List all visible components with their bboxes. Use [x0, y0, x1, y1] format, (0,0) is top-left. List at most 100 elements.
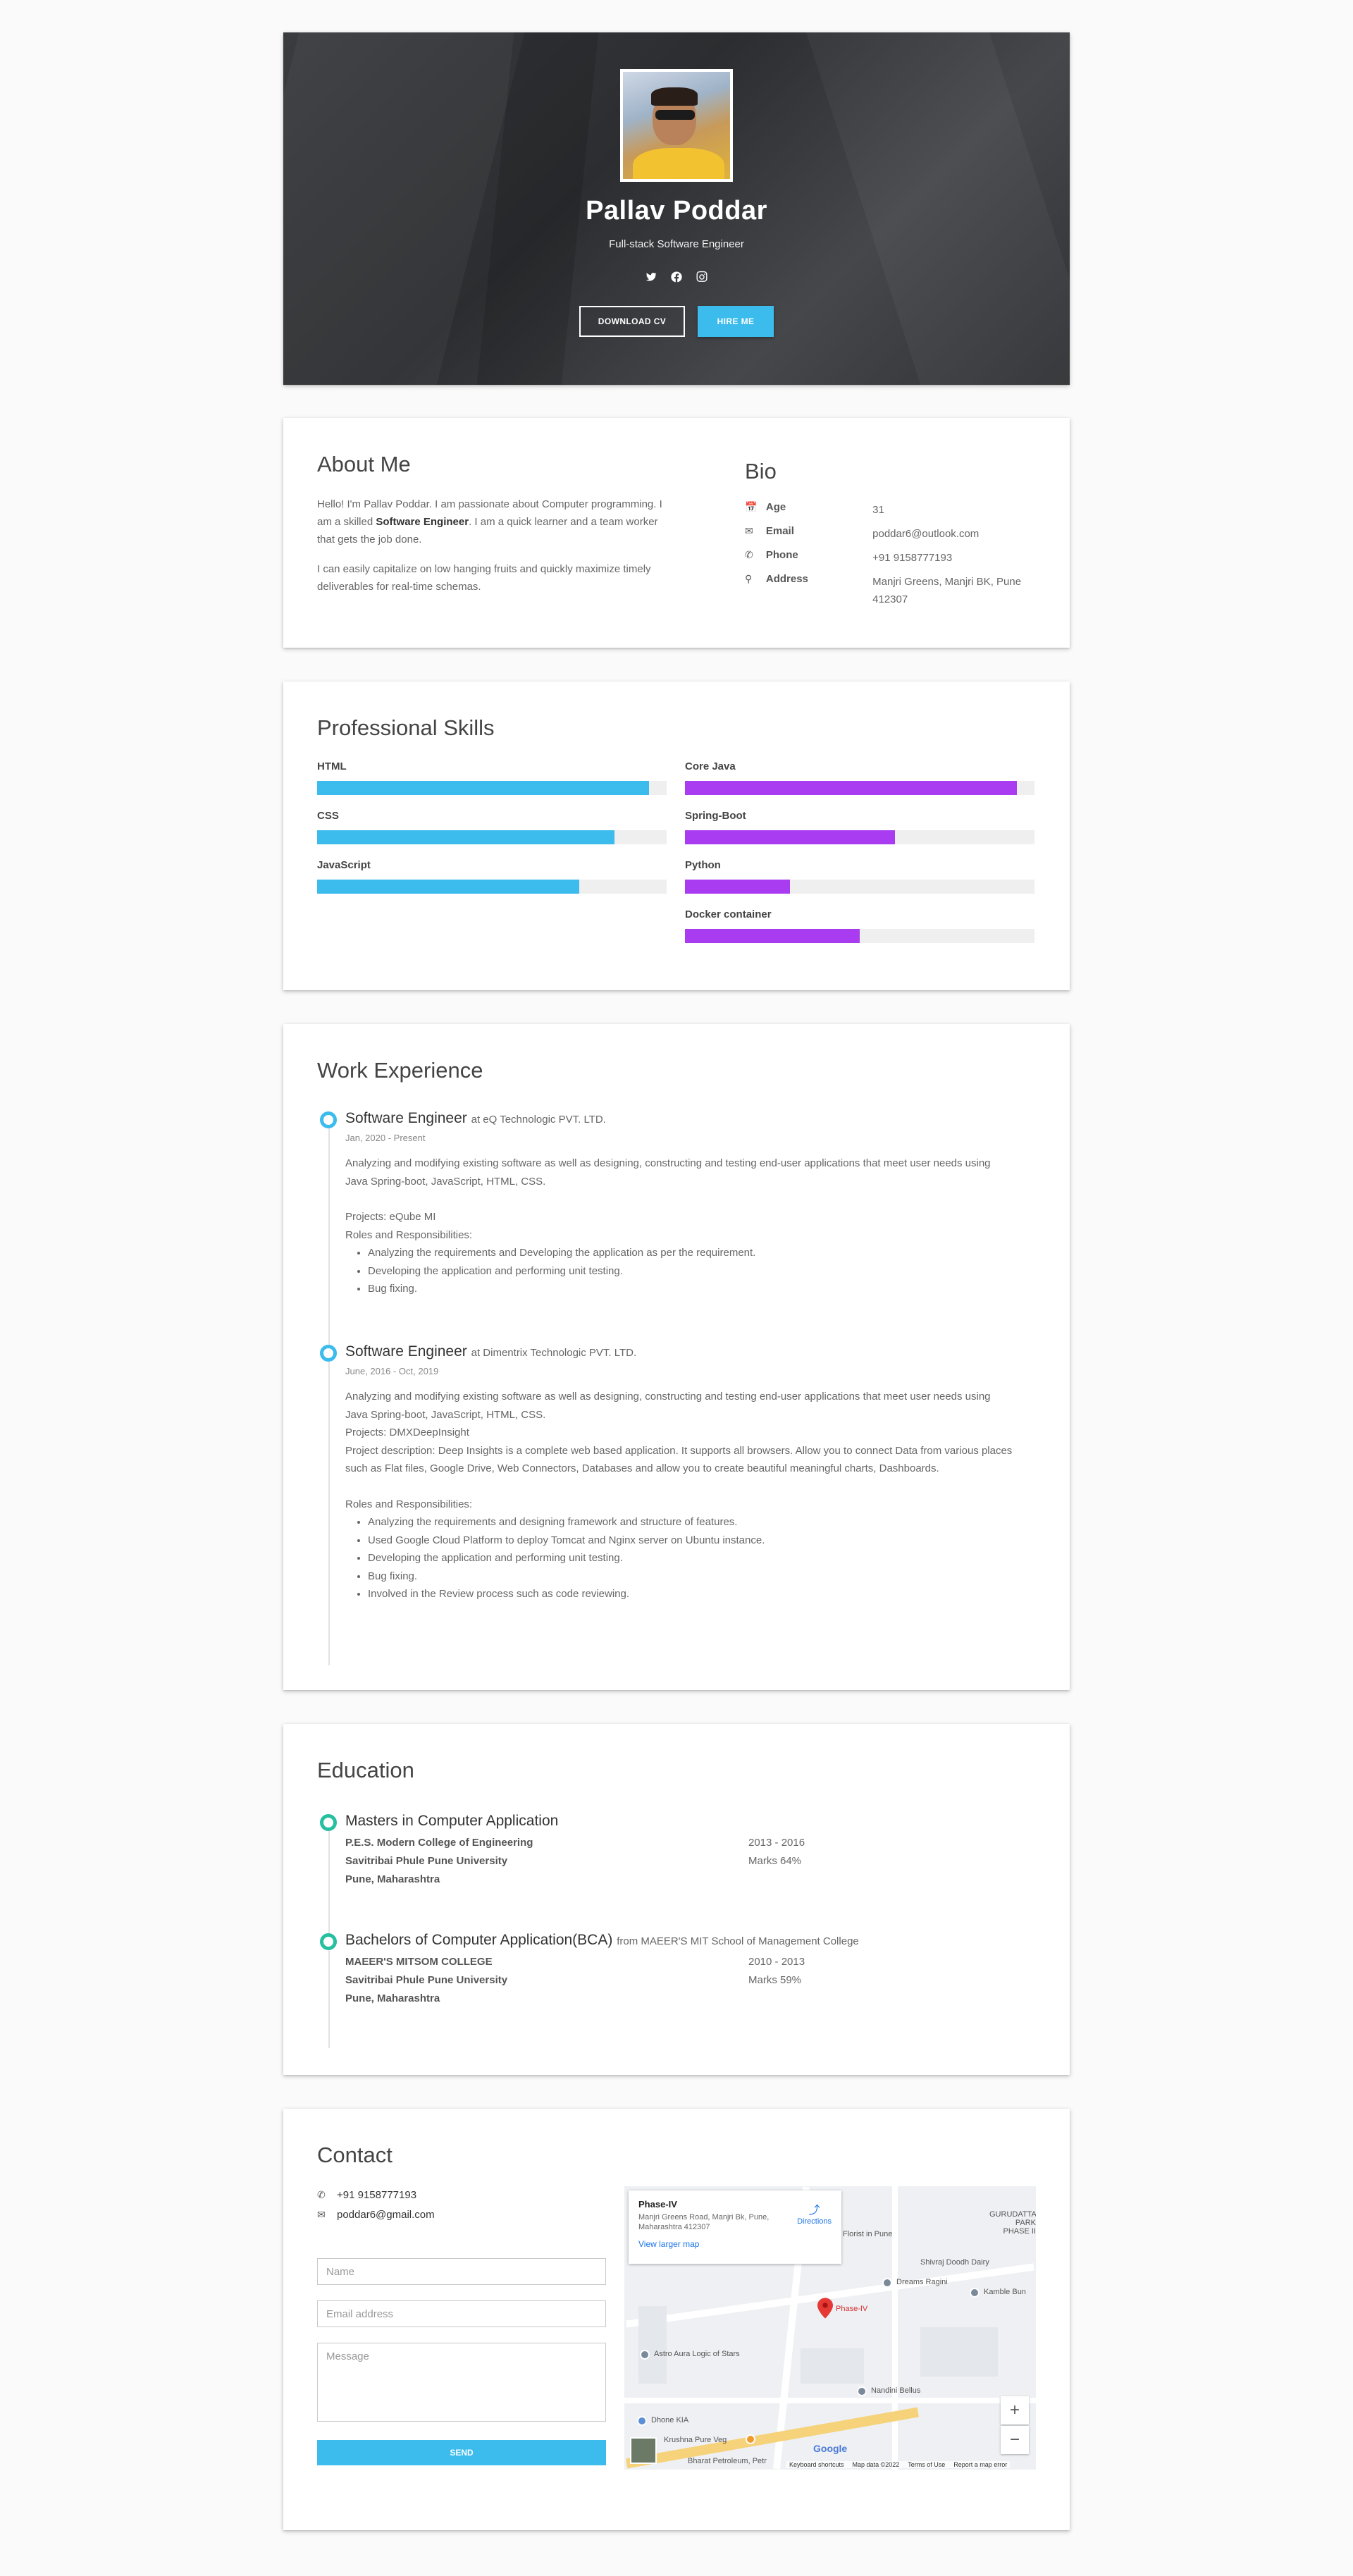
job-entry: Software Engineer at Dimentrix Technolog…	[345, 1343, 1015, 1603]
job-entry: Software Engineer at eQ Technologic PVT.…	[345, 1110, 1015, 1298]
list-item: Developing the application and performin…	[368, 1549, 1015, 1567]
skill-progress-track	[685, 830, 1034, 844]
skill-item: CSS	[317, 810, 667, 844]
skill-progress-track	[685, 781, 1034, 795]
about-title: About Me	[317, 452, 411, 476]
map-poi-icon[interactable]	[746, 2434, 755, 2444]
skill-label: HTML	[317, 760, 347, 772]
map-poi-icon[interactable]	[882, 2278, 892, 2288]
map-label: Florist in Pune	[843, 2230, 893, 2238]
degree-entry: Bachelors of Computer Application(BCA) f…	[345, 1932, 1036, 2004]
skill-progress-track	[317, 781, 667, 795]
degree-marks: Marks 59%	[748, 1974, 802, 1986]
map-block	[638, 2306, 667, 2384]
timeline-dot	[320, 1814, 337, 1831]
degree-name: Masters in Computer Application	[345, 1813, 559, 1829]
email-input[interactable]: Email address	[317, 2300, 606, 2327]
bio-row-email: ✉ Email poddar6@outlook.com	[745, 525, 1041, 543]
directions-link[interactable]: ⤴ Directions	[797, 2200, 832, 2226]
bio-title: Bio	[745, 459, 777, 483]
map-place-address: Manjri Greens Road, Manjri Bk, Pune, Mah…	[638, 2213, 770, 2231]
message-textarea[interactable]: Message	[317, 2343, 606, 2422]
job-role: Software Engineer at eQ Technologic PVT.…	[345, 1110, 606, 1126]
list-item: Used Google Cloud Platform to deploy Tom…	[368, 1532, 1015, 1550]
skill-label: Python	[685, 859, 721, 871]
skill-progress-track	[685, 929, 1034, 943]
degree-entry: Masters in Computer Application P.E.S. M…	[345, 1813, 1036, 1885]
report-map-error-link[interactable]: Report a map error	[953, 2461, 1007, 2468]
map-label: GURUDATTA PARK PHASE II	[989, 2210, 1036, 2236]
skill-item: Spring-Boot	[685, 810, 1034, 844]
profile-title: Full-stack Software Engineer	[609, 238, 744, 250]
skill-progress-fill	[685, 880, 790, 894]
college-name: MAEER'S MITSOM COLLEGE	[345, 1956, 493, 1968]
list-item: Bug fixing.	[368, 1567, 1015, 1586]
phone-icon: ✆	[317, 2189, 326, 2200]
map-label: Krushna Pure Veg	[664, 2436, 727, 2444]
map-block	[801, 2348, 864, 2384]
skill-progress-fill	[317, 830, 614, 844]
skills-section: Professional Skills HTML CSS JavaScript Cor…	[283, 682, 1070, 990]
view-larger-map-link[interactable]: View larger map	[638, 2239, 832, 2249]
skill-item: JavaScript	[317, 859, 667, 894]
bio-row-address: ⚲ Address Manjri Greens, Manjri BK, Pune …	[745, 573, 1041, 608]
map-thumbnail[interactable]	[630, 2437, 657, 2464]
timeline-dot	[320, 1933, 337, 1950]
profile-name: Pallav Poddar	[586, 196, 767, 226]
experience-title: Work Experience	[317, 1058, 483, 1083]
job-date: Jan, 2020 - Present	[345, 1133, 426, 1143]
list-item: Bug fixing.	[368, 1280, 1015, 1298]
terms-link[interactable]: Terms of Use	[908, 2461, 945, 2468]
skill-label: JavaScript	[317, 859, 371, 871]
skills-title: Professional Skills	[317, 715, 495, 740]
job-role: Software Engineer at Dimentrix Technolog…	[345, 1343, 637, 1360]
keyboard-shortcuts-link[interactable]: Keyboard shortcuts	[789, 2461, 844, 2468]
map-poi-icon[interactable]	[637, 2416, 647, 2426]
contact-section: Contact ✆ +91 9158777193 ✉ poddar6@gmail…	[283, 2109, 1070, 2530]
contact-phone: ✆ +91 9158777193	[317, 2189, 417, 2201]
phone-icon: ✆	[745, 549, 753, 560]
calendar-icon: 📅	[745, 501, 758, 512]
skill-item: Docker container	[685, 908, 1034, 943]
map-label: Nandini Bellus	[871, 2386, 921, 2395]
zoom-out-button[interactable]: −	[1001, 2426, 1029, 2454]
hire-me-button[interactable]: HIRE ME	[698, 306, 774, 337]
skill-label: Spring-Boot	[685, 810, 746, 822]
map-marker-icon[interactable]	[817, 2298, 833, 2319]
map-poi-icon[interactable]	[970, 2288, 980, 2298]
map-label: Shivraj Doodh Dairy	[920, 2258, 989, 2267]
directions-icon: ⤴	[808, 2205, 820, 2217]
map-poi-icon[interactable]	[640, 2350, 650, 2360]
profile-avatar	[620, 69, 733, 182]
zoom-in-button[interactable]: +	[1001, 2396, 1029, 2424]
send-button[interactable]: SEND	[317, 2440, 606, 2465]
skill-label: Core Java	[685, 760, 736, 772]
download-cv-button[interactable]: DOWNLOAD CV	[579, 306, 685, 337]
location-map[interactable]: Phase-IV Manjri Greens Road, Manjri Bk, …	[624, 2186, 1036, 2470]
list-item: Involved in the Review process such as c…	[368, 1585, 1015, 1603]
facebook-icon[interactable]	[670, 271, 683, 283]
map-data-notice: Map data ©2022	[852, 2461, 900, 2468]
job-date: June, 2016 - Oct, 2019	[345, 1366, 439, 1376]
map-label: Astro Aura Logic of Stars	[654, 2350, 740, 2358]
skill-progress-track	[317, 830, 667, 844]
timeline-dot	[320, 1111, 337, 1128]
degree-city: Pune, Maharashtra	[345, 1992, 440, 2004]
list-item: Analyzing the requirements and designing…	[368, 1513, 1015, 1532]
list-item: Developing the application and performin…	[368, 1262, 1015, 1281]
map-block	[920, 2327, 998, 2377]
skill-progress-fill	[685, 929, 860, 943]
name-input[interactable]: Name	[317, 2258, 606, 2285]
skill-progress-fill	[685, 781, 1018, 795]
instagram-icon[interactable]	[696, 271, 708, 283]
twitter-icon[interactable]	[645, 271, 657, 283]
list-item: Analyzing the requirements and Developin…	[368, 1244, 1015, 1262]
job-body: Analyzing and modifying existing softwar…	[345, 1388, 1015, 1603]
contact-email: ✉ poddar6@gmail.com	[317, 2209, 435, 2221]
map-label: Dreams Ragini	[896, 2278, 948, 2286]
map-poi-icon[interactable]	[857, 2386, 867, 2396]
education-title: Education	[317, 1758, 414, 1782]
skill-progress-fill	[317, 880, 579, 894]
map-footer: Keyboard shortcuts Map data ©2022 Terms …	[786, 2461, 1011, 2468]
about-section: About Me Hello! I'm Pallav Poddar. I am …	[283, 418, 1070, 648]
